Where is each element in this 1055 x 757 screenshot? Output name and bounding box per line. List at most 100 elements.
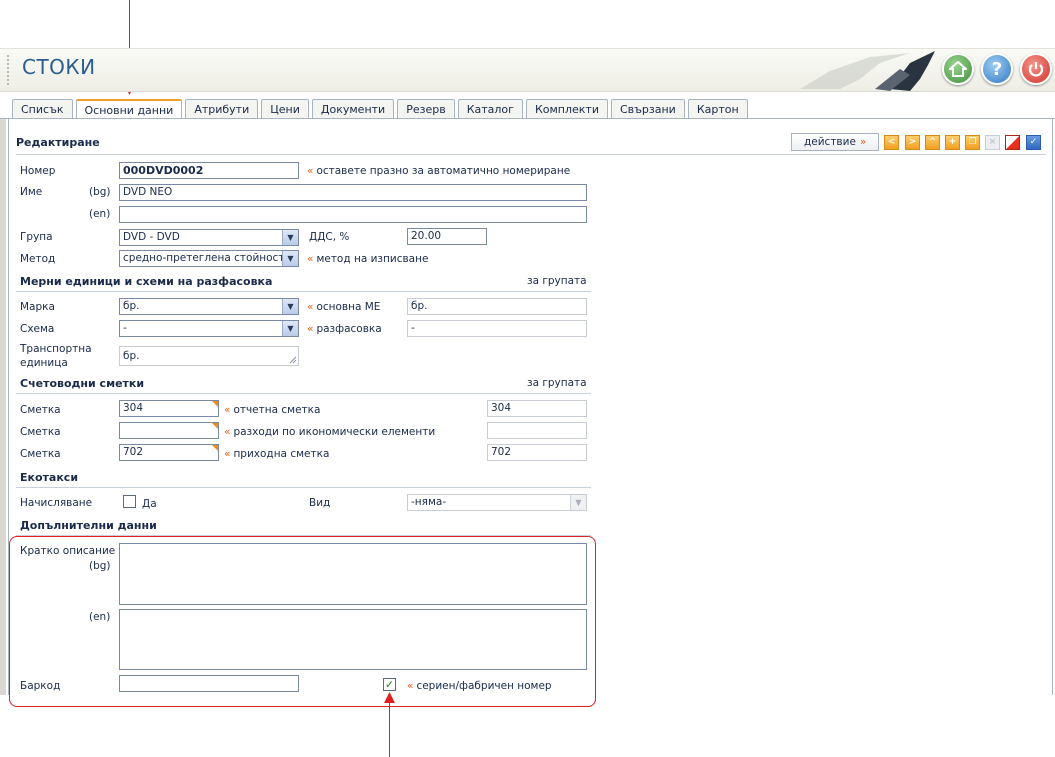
section-divider [16, 154, 1046, 155]
section-edit-title: Редактиране [16, 136, 100, 149]
name-en-field[interactable] [119, 206, 587, 223]
method-select-value: средно-претеглена стойност [123, 252, 285, 264]
section-eco-title: Екотакси [20, 471, 79, 484]
chevron-down-icon: ▼ [282, 230, 298, 245]
accounts-for-group: за групата [527, 377, 587, 389]
section-divider [16, 487, 591, 488]
account-hint-3: «приходна сметка [224, 448, 330, 460]
header-logo-graphic [800, 51, 935, 91]
units-for-group: за групата [527, 275, 587, 287]
page-title: СТОКИ [22, 55, 96, 79]
cancel-icon[interactable] [1005, 135, 1020, 150]
left-edge-bar [0, 119, 6, 695]
group-label: Група [20, 231, 53, 243]
account-hint-1-text: отчетна сметка [233, 404, 321, 416]
scheme-select-value: - [123, 322, 127, 334]
tab-kits[interactable]: Комплекти [525, 99, 608, 119]
vat-label: ДДС, % [309, 231, 350, 243]
account-group-field-1: 304 [487, 400, 587, 417]
header-grip [7, 55, 9, 85]
base-unit-hint-text: основна МЕ [316, 301, 381, 313]
prev-icon[interactable]: < [884, 135, 899, 150]
eco-kind-select: -няма- ▼ [407, 494, 587, 511]
tab-prices[interactable]: Цени [261, 99, 309, 119]
eco-kind-select-value: -няма- [411, 496, 447, 508]
eco-charge-checkbox[interactable] [123, 495, 136, 508]
scheme-label: Схема [20, 323, 55, 335]
tab-related[interactable]: Свързани [610, 99, 685, 119]
name-bg-field[interactable]: DVD NEO [119, 184, 587, 201]
method-select[interactable]: средно-претеглена стойност ▼ [119, 250, 299, 267]
account-hint-2: «разходи по икономически елементи [224, 426, 436, 438]
next-icon[interactable]: > [905, 135, 920, 150]
action-button[interactable]: действие» [791, 133, 879, 151]
help-icon[interactable]: ? [981, 53, 1013, 85]
scheme-select[interactable]: - ▼ [119, 320, 299, 337]
account-hint-2-text: разходи по икономически елементи [233, 426, 436, 438]
brand-select[interactable]: бр. ▼ [119, 298, 299, 315]
section-accounts-title: Счетоводни сметки [20, 377, 145, 390]
chevron-down-icon: ▼ [282, 251, 298, 266]
home-icon[interactable] [942, 53, 974, 85]
power-icon[interactable] [1020, 53, 1052, 85]
section-extra-title: Допълнителни данни [20, 519, 157, 532]
group-select-value: DVD - DVD [123, 231, 180, 243]
account-group-field-2 [487, 422, 587, 439]
packing-hint-text: разфасовка [316, 323, 382, 335]
brand-select-value: бр. [123, 300, 140, 312]
section-units-title: Мерни единици и схеми на разфасовка [20, 275, 273, 288]
name-label: Име [20, 186, 43, 198]
save-icon[interactable]: ✓ [1026, 135, 1041, 150]
eco-yes-label: Да [142, 498, 157, 510]
action-button-label: действие [804, 136, 856, 148]
add-icon[interactable]: + [945, 135, 960, 150]
copy-icon[interactable]: ❐ [965, 135, 980, 150]
account-label-1: Сметка [20, 404, 61, 416]
packing-field: - [407, 320, 587, 337]
brand-label: Марка [20, 301, 55, 313]
tab-bar: Списък Основни данни Атрибути Цени Докум… [12, 99, 751, 120]
packing-hint: «разфасовка [307, 323, 382, 335]
eco-kind-label: Вид [309, 497, 331, 509]
number-hint-text: оставете празно за автоматично номериран… [316, 165, 571, 177]
account-label-3: Сметка [20, 448, 61, 460]
account-field-3[interactable]: 702 [119, 444, 219, 461]
method-label: Метод [20, 253, 56, 265]
tab-reserve[interactable]: Резерв [397, 99, 455, 119]
section-divider [16, 291, 591, 292]
resize-grip-icon [289, 356, 297, 364]
number-field[interactable]: 000DVD0002 [119, 162, 299, 179]
account-field-1[interactable]: 304 [119, 400, 219, 417]
account-field-2[interactable] [119, 422, 219, 439]
number-hint: «оставете празно за автоматично номерира… [307, 165, 571, 177]
account-hint-1: «отчетна сметка [224, 404, 321, 416]
annotation-arrow-bottom-line [389, 702, 390, 757]
account-group-field-3: 702 [487, 444, 587, 461]
transport-label-2: единица [20, 357, 68, 369]
tab-catalog[interactable]: Каталог [457, 99, 523, 119]
method-hint: «метод на изписване [307, 253, 429, 265]
up-icon[interactable]: ^ [925, 135, 940, 150]
chevron-down-icon: ▼ [282, 299, 298, 314]
delete-icon: × [985, 135, 1000, 150]
vat-field[interactable]: 20.00 [407, 228, 487, 245]
tab-list[interactable]: Списък [12, 99, 73, 119]
method-hint-text: метод на изписване [316, 253, 429, 265]
action-button-marker: » [859, 136, 867, 148]
tab-documents[interactable]: Документи [311, 99, 395, 119]
number-label: Номер [20, 165, 56, 177]
eco-charge-label: Начисляване [20, 497, 93, 509]
group-select[interactable]: DVD - DVD ▼ [119, 229, 299, 246]
chevron-down-icon: ▼ [570, 495, 586, 510]
account-hint-3-text: приходна сметка [233, 448, 330, 460]
account-label-2: Сметка [20, 426, 61, 438]
tab-card[interactable]: Картон [687, 99, 748, 119]
chevron-down-icon: ▼ [282, 321, 298, 336]
base-unit-hint: «основна МЕ [307, 301, 381, 313]
annotation-highlight-box [9, 536, 596, 707]
app-header: СТОКИ ? [0, 48, 1055, 92]
tab-attributes[interactable]: Атрибути [185, 99, 259, 119]
transport-field[interactable]: бр. [119, 346, 299, 366]
tab-main-data[interactable]: Основни данни [75, 99, 183, 120]
section-divider [16, 393, 591, 394]
